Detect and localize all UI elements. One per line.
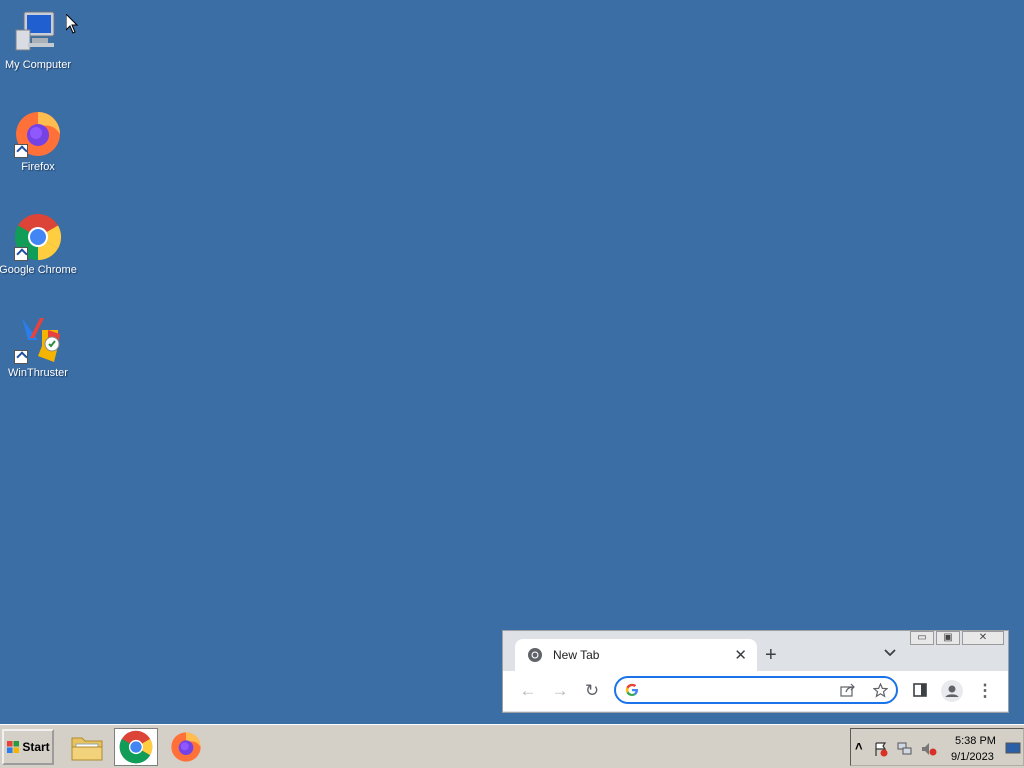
desktop-icon-my-computer[interactable]: My Computer	[0, 8, 76, 71]
tab-new-tab[interactable]: New Tab ✕	[515, 639, 757, 671]
close-window-button[interactable]: ✕	[962, 631, 1004, 645]
action-center-flag-icon[interactable]	[873, 741, 889, 757]
taskbar-chrome[interactable]	[114, 728, 158, 766]
new-tab-button[interactable]: +	[765, 645, 777, 665]
clock-time[interactable]: 5:38 PM	[955, 735, 996, 747]
shortcut-arrow-icon	[14, 247, 28, 261]
firefox-icon	[14, 110, 62, 158]
profile-avatar-icon[interactable]	[941, 680, 963, 702]
window-controls: ▭ ▣ ✕	[910, 631, 1004, 645]
start-label: Start	[22, 740, 50, 754]
tab-close-icon[interactable]: ✕	[734, 646, 747, 664]
minimize-icon: ▭	[917, 632, 927, 643]
back-button[interactable]: ←	[518, 681, 538, 701]
system-tray: ˄ 5:38 PM 9/1/2023	[850, 728, 1024, 766]
windows-logo-icon	[7, 741, 20, 753]
chrome-window[interactable]: ▭ ▣ ✕ New Tab ✕ + ← → ↻ ⋮	[502, 630, 1009, 713]
file-explorer-icon	[71, 737, 103, 761]
taskbar-file-explorer[interactable]	[65, 728, 109, 766]
start-button[interactable]: Start	[2, 729, 54, 765]
reload-icon: ↻	[584, 681, 600, 700]
desktop-icon-winthruster[interactable]: WinThruster	[0, 316, 76, 379]
chrome-tab-favicon-icon	[528, 648, 542, 662]
shortcut-arrow-icon	[14, 350, 28, 364]
chrome-icon	[119, 730, 153, 764]
winthruster-icon	[14, 316, 62, 364]
restore-icon: ▣	[943, 632, 953, 643]
chrome-icon	[14, 213, 62, 261]
desktop-icon-label: My Computer	[4, 59, 72, 71]
show-desktop-icon[interactable]	[1005, 740, 1021, 756]
back-arrow-icon: ←	[519, 681, 537, 700]
desktop-icon-label: Firefox	[21, 161, 55, 173]
desktop-icon-google-chrome[interactable]: Google Chrome	[0, 213, 77, 276]
desktop-icon-firefox[interactable]: Firefox	[0, 110, 76, 173]
my-computer-icon	[14, 8, 62, 56]
reload-button[interactable]: ↻	[582, 681, 602, 701]
taskbar: Start ˄ 5:38 PM 9/1/2023	[0, 724, 1024, 768]
side-panel-icon[interactable]	[913, 683, 927, 697]
share-icon[interactable]	[840, 683, 856, 697]
minimize-button[interactable]: ▭	[910, 631, 934, 645]
forward-button[interactable]: →	[550, 681, 570, 701]
close-icon: ✕	[978, 632, 988, 643]
mouse-cursor-icon	[66, 14, 78, 34]
chrome-menu-button[interactable]: ⋮	[975, 681, 995, 701]
clock-date[interactable]: 9/1/2023	[951, 751, 994, 763]
restore-button[interactable]: ▣	[936, 631, 960, 645]
chrome-toolbar: ← → ↻ ⋮	[503, 671, 1008, 711]
volume-muted-icon[interactable]	[921, 741, 937, 757]
bookmark-star-icon[interactable]	[873, 683, 888, 698]
firefox-icon	[171, 732, 201, 762]
forward-arrow-icon: →	[551, 681, 569, 700]
tray-expand-icon[interactable]: ˄	[855, 739, 863, 754]
shortcut-arrow-icon	[14, 144, 28, 158]
desktop-icon-label: WinThruster	[8, 367, 68, 379]
network-icon[interactable]	[897, 741, 913, 757]
address-bar[interactable]	[614, 676, 898, 704]
kebab-menu-icon: ⋮	[976, 681, 994, 700]
desktop-icon-label: Google Chrome	[0, 264, 77, 276]
taskbar-firefox[interactable]	[164, 728, 208, 766]
tab-search-chevron-icon[interactable]	[883, 646, 897, 660]
tab-title: New Tab	[553, 648, 600, 662]
google-g-icon	[625, 683, 638, 696]
omnibox-input[interactable]	[646, 681, 840, 701]
